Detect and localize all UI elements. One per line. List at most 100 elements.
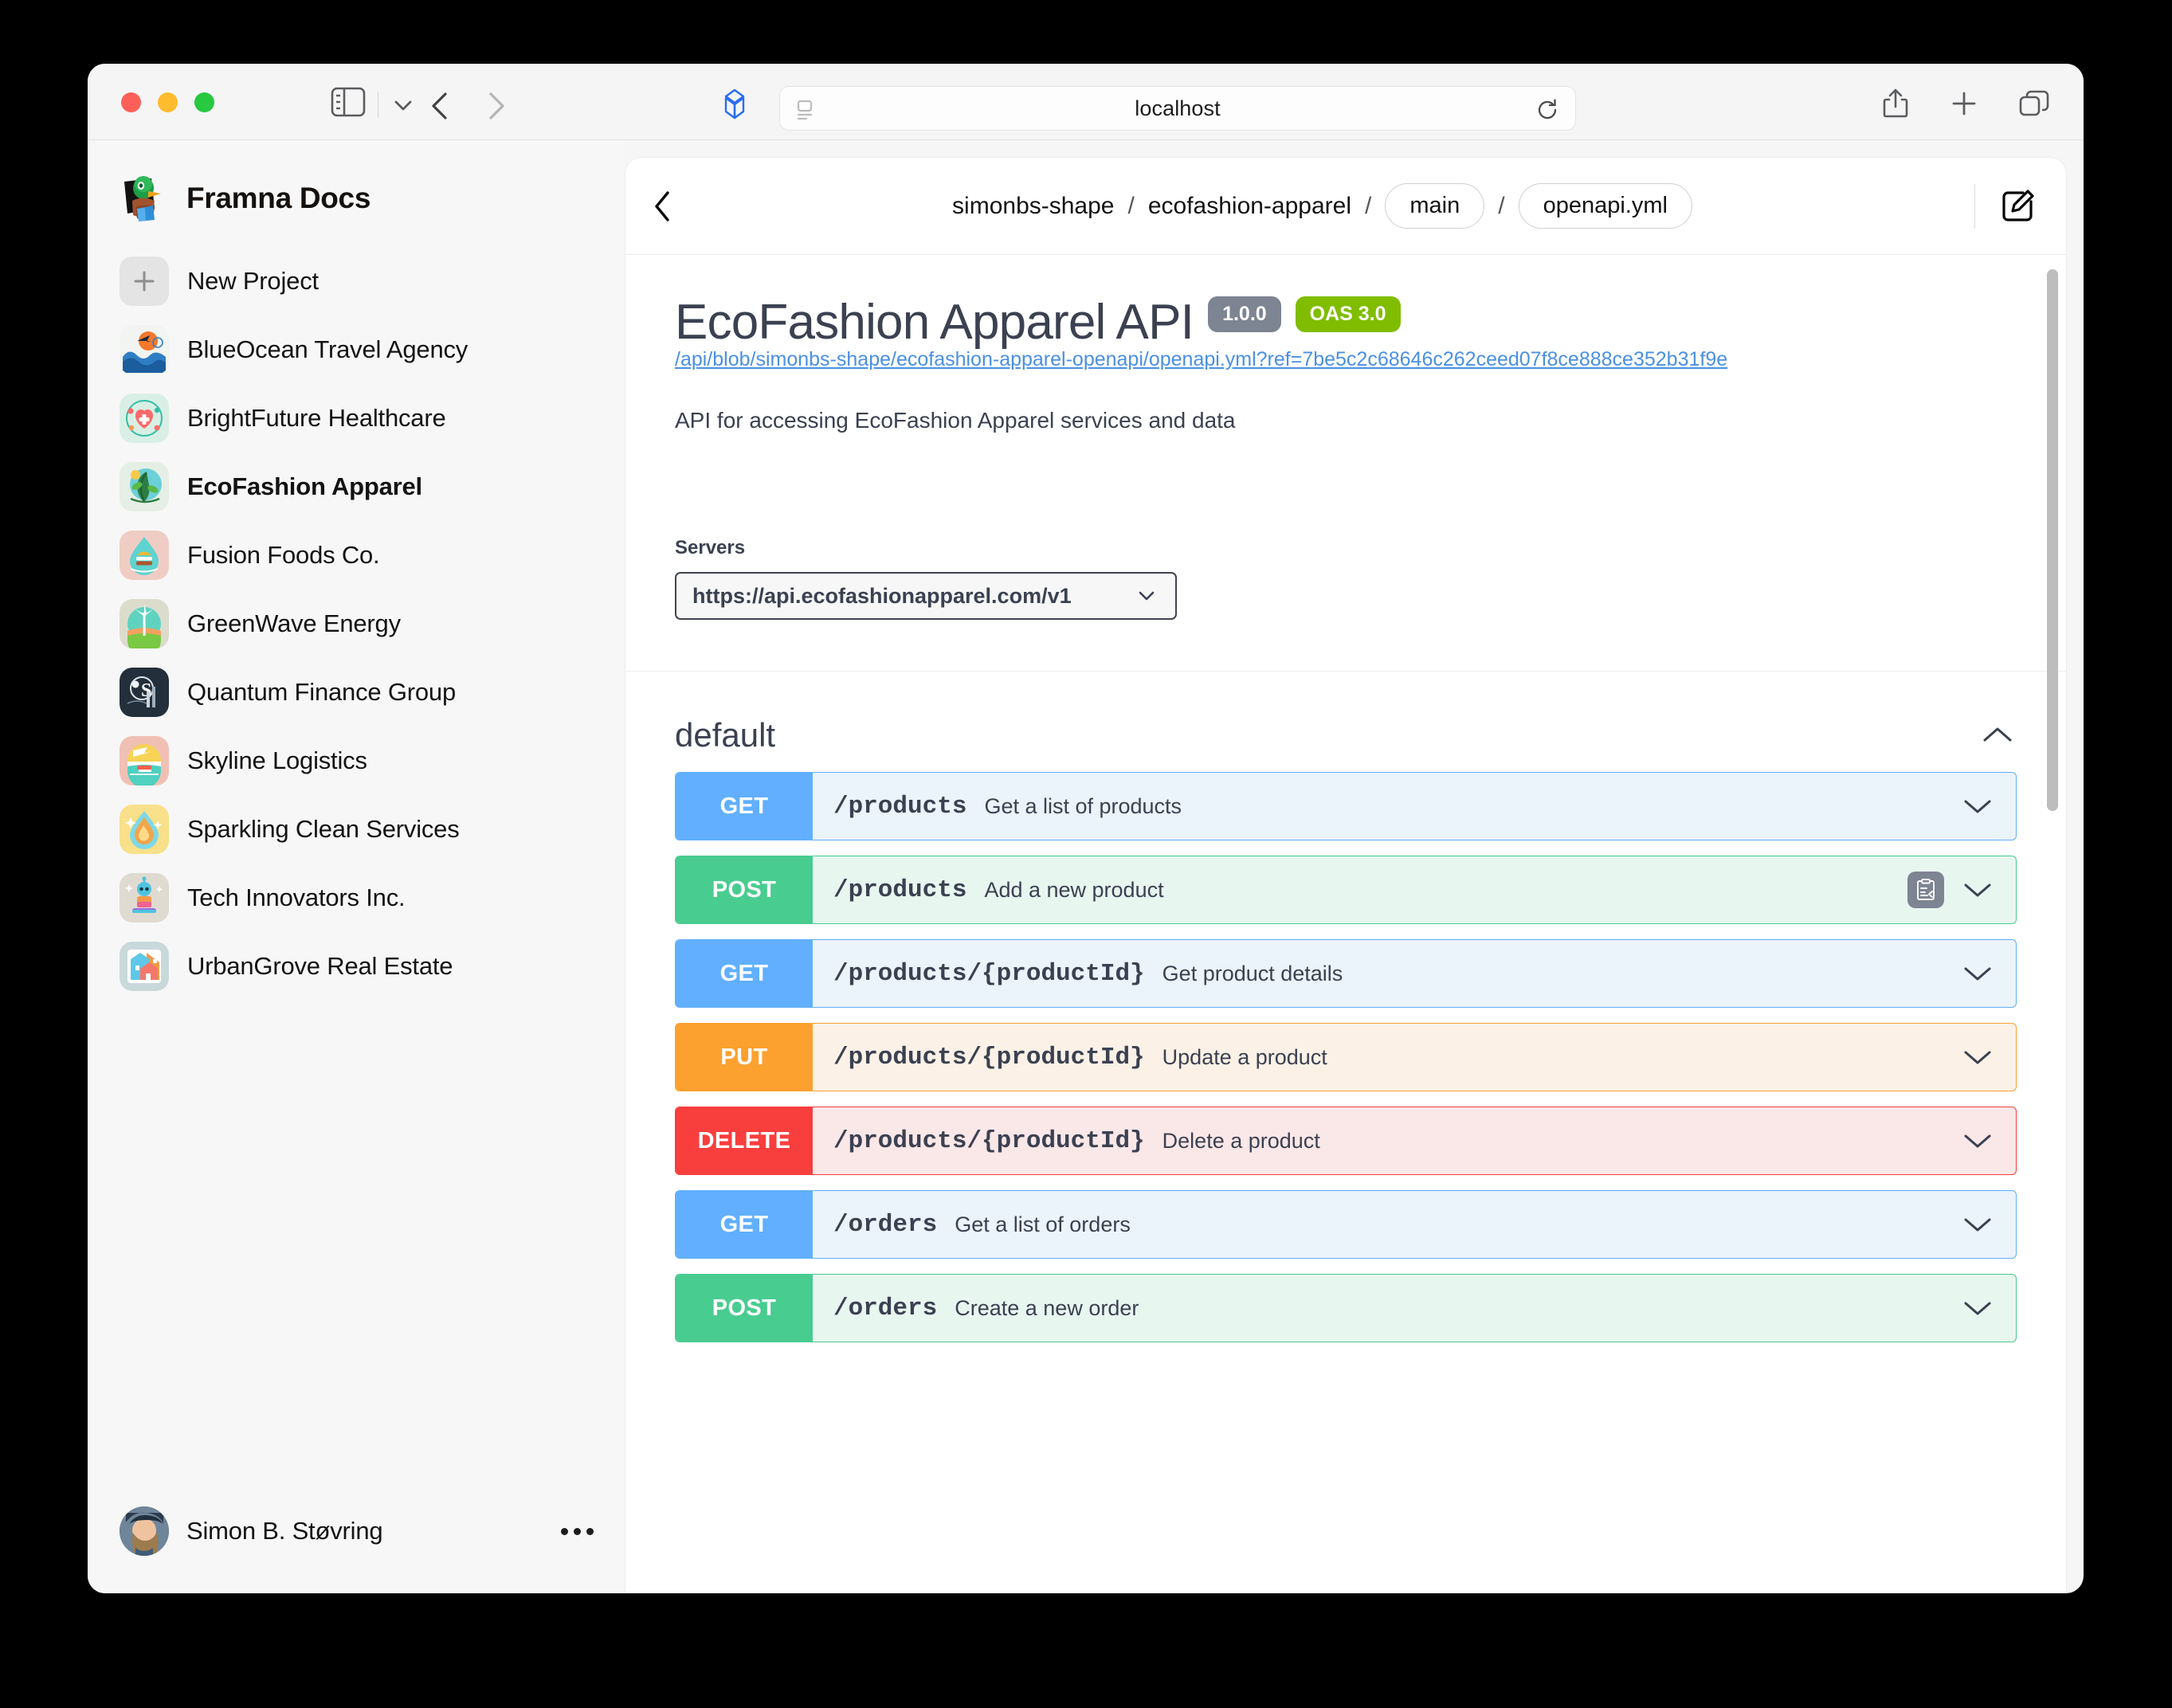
operation-method: GET [676,1191,813,1259]
operation-path: /products/{productId} [833,1043,1145,1071]
minimize-window-button[interactable] [158,92,178,112]
window-controls [121,92,214,112]
version-badge: 1.0.0 [1208,296,1281,333]
sidebar-item-label: Quantum Finance Group [187,678,456,706]
sidebar-item-label: BrightFuture Healthcare [187,404,446,432]
sidebar-item-sparkling-clean-services[interactable]: Sparkling Clean Services [108,795,605,864]
share-icon[interactable] [1881,88,1910,119]
sidebar-item-label: Tech Innovators Inc. [187,883,406,911]
user-profile-row[interactable]: Simon B. Støvring [88,1483,625,1579]
close-window-button[interactable] [121,92,141,112]
api-title-row: EcoFashion Apparel API 1.0.0 OAS 3.0 [675,296,2017,348]
chevron-down-icon[interactable] [1960,795,1995,817]
forward-chevron-icon[interactable] [484,91,508,121]
brand: Framna Docs [88,140,625,223]
shape-logo-icon[interactable] [719,88,751,121]
operation-actions [1960,1297,2016,1319]
chevron-down-icon[interactable] [1960,1213,1995,1236]
breadcrumb-separator: / [1498,192,1505,219]
maximize-window-button[interactable] [194,92,214,112]
brightfuture-thumbnail-icon [120,394,169,443]
main-panel-wrap: simonbs-shape / ecofashion-apparel / mai… [625,140,2084,1593]
breadcrumb-items: simonbs-shape / ecofashion-apparel / mai… [675,183,1970,229]
operation-summary: Get a list of orders [955,1212,1131,1236]
operation-row[interactable]: POST /products Add a new product [675,856,2017,925]
project-list: New Project BlueOcean Travel Agency Brig… [88,247,625,1483]
sidebar-item-label: GreenWave Energy [187,609,401,637]
edit-icon[interactable] [1999,188,2036,225]
chevron-up-icon[interactable] [1978,723,2017,747]
servers-block: Servers https://api.ecofashionapparel.co… [625,537,2066,621]
techinnovators-thumbnail-icon [120,873,169,923]
api-source-link[interactable]: /api/blob/simonbs-shape/ecofashion-appar… [675,348,1727,370]
sidebar-item-brightfuture-healthcare[interactable]: BrightFuture Healthcare [108,384,605,452]
server-select[interactable]: https://api.ecofashionapparel.com/v1 [675,572,1177,621]
sidebar-item-label: Sparkling Clean Services [187,815,460,843]
operation-actions [1960,795,2016,817]
page-title: EcoFashion Apparel API [675,295,1194,350]
operation-summary: Add a new product [984,877,1164,902]
toolbar-right-actions [1881,88,2050,119]
sidebar-item-new-project[interactable]: New Project [108,247,605,315]
chevron-down-icon[interactable] [1960,1046,1995,1068]
sidebar-item-label: EcoFashion Apparel [187,472,422,500]
operation-row[interactable]: GET /products/{productId} Get product de… [675,939,2017,1009]
chevron-down-icon[interactable] [1960,962,1995,985]
chevron-down-icon[interactable] [1960,1297,1995,1319]
breadcrumb-repo[interactable]: ecofashion-apparel [1148,193,1351,220]
operation-actions [1960,962,2016,985]
operation-method: PUT [676,1024,813,1091]
back-chevron-icon[interactable] [429,91,453,121]
breadcrumb-back-button[interactable] [651,189,675,224]
plus-icon[interactable] [1950,89,1978,118]
sidebar-item-skyline-logistics[interactable]: Skyline Logistics [108,727,605,795]
document-scroll-area[interactable]: EcoFashion Apparel API 1.0.0 OAS 3.0 /ap… [625,255,2066,1593]
reader-view-icon[interactable] [794,98,818,122]
operation-row[interactable]: PUT /products/{productId} Update a produ… [675,1023,2017,1092]
api-header: EcoFashion Apparel API 1.0.0 OAS 3.0 /ap… [625,255,2066,433]
vertical-scrollbar[interactable] [2047,269,2058,811]
sidebar-item-label: BlueOcean Travel Agency [187,335,469,363]
sidebar-item-greenwave-energy[interactable]: GreenWave Energy [108,590,605,658]
request-body-icon[interactable] [1907,872,1944,909]
oas-badge: OAS 3.0 [1295,296,1401,333]
sidebar-item-urbangrove-real-estate[interactable]: UrbanGrove Real Estate [108,932,605,1001]
chevron-down-icon [1135,585,1158,607]
operation-path: /products [833,876,967,904]
operation-path: /orders [833,1210,938,1239]
sidebar-item-blueocean-travel-agency[interactable]: BlueOcean Travel Agency [108,315,605,384]
breadcrumb-owner[interactable]: simonbs-shape [952,193,1114,220]
chevron-down-icon[interactable] [1960,879,1995,901]
chevron-down-icon[interactable] [391,97,415,113]
operation-summary: Get product details [1162,961,1343,985]
reload-icon[interactable] [1535,98,1559,122]
tab-overview-icon[interactable] [2018,88,2050,119]
tag-header[interactable]: default [675,672,2017,772]
address-bar-text[interactable]: localhost [780,96,1575,121]
user-name: Simon B. Støvring [186,1517,383,1545]
operation-summary: Create a new order [955,1295,1139,1320]
sidebar-toggle-icon[interactable] [331,85,366,119]
operation-row[interactable]: GET /products Get a list of products [675,772,2017,841]
main-panel: simonbs-shape / ecofashion-apparel / mai… [625,158,2066,1593]
sidebar-item-fusion-foods-co[interactable]: Fusion Foods Co. [108,521,605,590]
breadcrumb-separator: / [1127,192,1135,219]
sidebar-item-ecofashion-apparel[interactable]: EcoFashion Apparel [108,452,605,521]
quantum-thumbnail-icon: S [120,668,169,717]
operation-summary: Delete a product [1162,1128,1320,1153]
sidebar-item-tech-innovators-inc[interactable]: Tech Innovators Inc. [108,864,605,932]
servers-label: Servers [675,537,746,559]
operation-list: GET /products Get a list of products POS… [675,772,2017,1374]
address-bar[interactable]: localhost [779,86,1576,131]
operation-row[interactable]: GET /orders Get a list of orders [675,1190,2017,1259]
breadcrumb-branch-selector[interactable]: main [1385,183,1485,229]
breadcrumb-divider [1974,183,1975,229]
chevron-down-icon[interactable] [1960,1130,1995,1152]
operation-row[interactable]: DELETE /products/{productId} Delete a pr… [675,1107,2017,1176]
operation-row[interactable]: POST /orders Create a new order [675,1274,2017,1343]
breadcrumb-file-selector[interactable]: openapi.yml [1518,183,1692,229]
sidebar-item-quantum-finance-group[interactable]: S Quantum Finance Group [108,658,605,727]
browser-toolbar: localhost [88,64,2084,140]
ellipsis-icon[interactable] [561,1527,594,1535]
breadcrumb: simonbs-shape / ecofashion-apparel / mai… [625,158,2066,255]
